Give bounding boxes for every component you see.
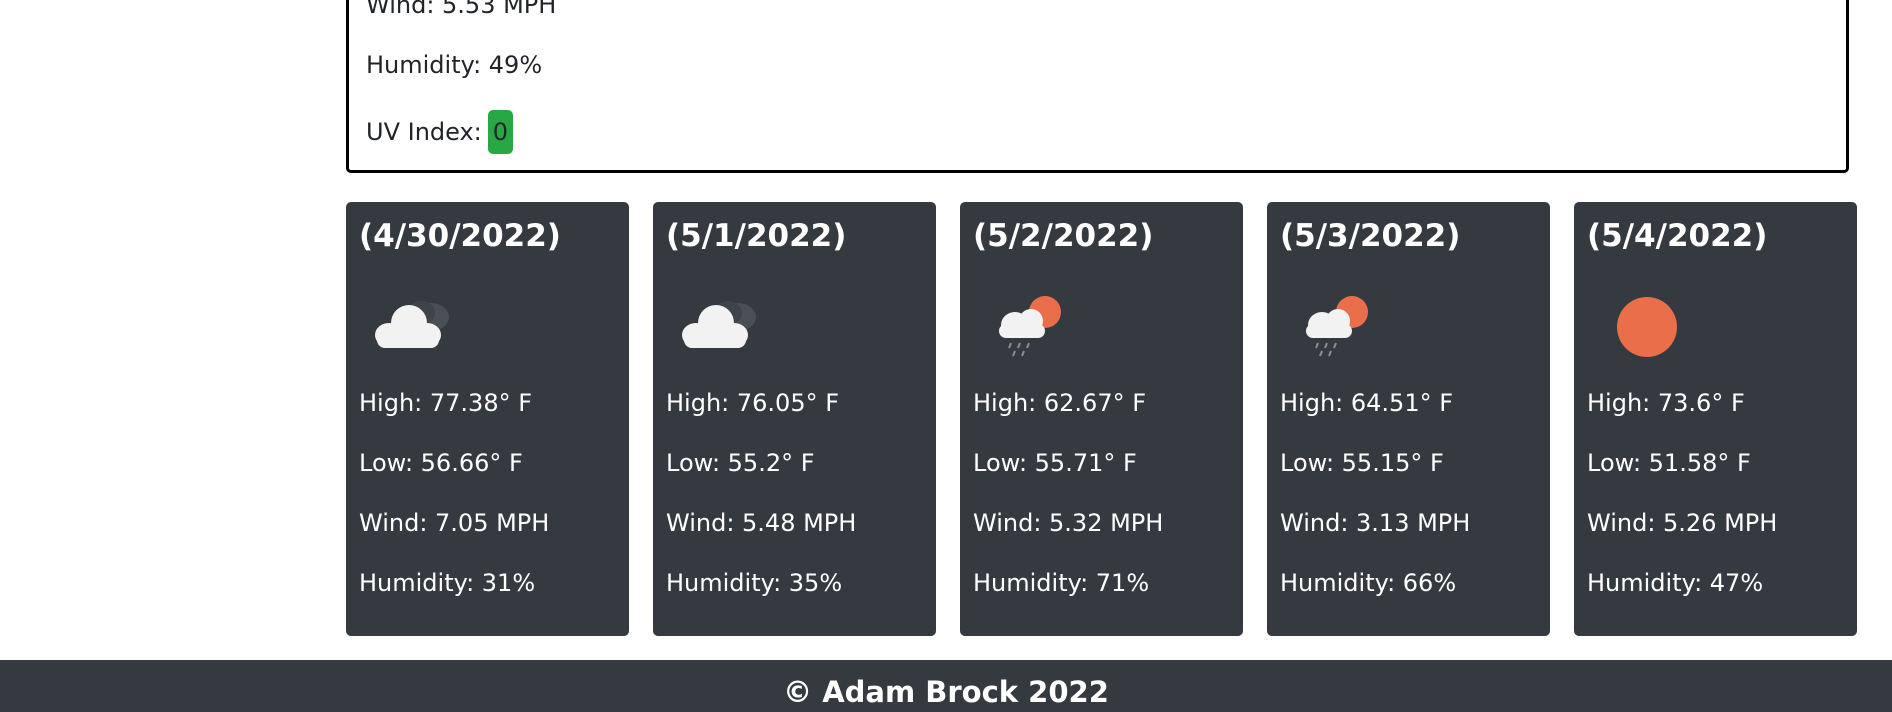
forecast-high: High: 77.38° F	[359, 389, 533, 417]
five-day-forecast: (4/30/2022) High: 77.38° F Low: 56.66° F…	[346, 202, 1857, 636]
forecast-wind: Wind: 3.13 MPH	[1280, 509, 1471, 537]
forecast-high: High: 73.6° F	[1587, 389, 1745, 417]
forecast-humidity: Humidity: 47%	[1587, 569, 1764, 597]
current-uv-index: UV Index: 0	[366, 110, 514, 154]
forecast-low: Low: 51.58° F	[1587, 449, 1751, 477]
current-weather-panel: Wind: 5.53 MPH Humidity: 49% UV Index: 0	[346, 0, 1849, 173]
forecast-humidity: Humidity: 31%	[359, 569, 536, 597]
forecast-wind: Wind: 5.48 MPH	[666, 509, 857, 537]
rain-sun-icon	[973, 277, 1083, 367]
uv-index-badge: 0	[487, 110, 514, 154]
weather-dashboard: Wind: 5.53 MPH Humidity: 49% UV Index: 0…	[0, 0, 1892, 712]
forecast-card: (4/30/2022) High: 77.38° F Low: 56.66° F…	[346, 202, 629, 636]
forecast-card: (5/2/2022) High: 62.67° F Low: 55.71° F …	[960, 202, 1243, 636]
forecast-high: High: 76.05° F	[666, 389, 840, 417]
rain-sun-icon	[1280, 277, 1390, 367]
forecast-low: Low: 56.66° F	[359, 449, 523, 477]
forecast-humidity: Humidity: 35%	[666, 569, 843, 597]
forecast-low: Low: 55.2° F	[666, 449, 815, 477]
uv-index-label: UV Index:	[366, 118, 482, 146]
footer-copyright: © Adam Brock 2022	[783, 675, 1109, 709]
forecast-wind: Wind: 5.32 MPH	[973, 509, 1164, 537]
forecast-date: (5/1/2022)	[666, 218, 847, 254]
forecast-date: (5/4/2022)	[1587, 218, 1768, 254]
forecast-low: Low: 55.15° F	[1280, 449, 1444, 477]
forecast-humidity: Humidity: 71%	[973, 569, 1150, 597]
forecast-date: (5/2/2022)	[973, 218, 1154, 254]
cloudy-icon	[359, 277, 469, 367]
forecast-high: High: 64.51° F	[1280, 389, 1454, 417]
forecast-card: (5/1/2022) High: 76.05° F Low: 55.2° F W…	[653, 202, 936, 636]
current-wind: Wind: 5.53 MPH	[366, 0, 557, 19]
forecast-card: (5/4/2022) High: 73.6° F Low: 51.58° F W…	[1574, 202, 1857, 636]
cloudy-icon	[666, 277, 776, 367]
forecast-card: (5/3/2022) High: 64.51° F Low: 55.15° F …	[1267, 202, 1550, 636]
forecast-high: High: 62.67° F	[973, 389, 1147, 417]
forecast-wind: Wind: 7.05 MPH	[359, 509, 550, 537]
forecast-wind: Wind: 5.26 MPH	[1587, 509, 1778, 537]
forecast-date: (5/3/2022)	[1280, 218, 1461, 254]
sun-icon	[1587, 277, 1697, 367]
forecast-humidity: Humidity: 66%	[1280, 569, 1457, 597]
page-footer: © Adam Brock 2022	[0, 660, 1892, 712]
current-humidity: Humidity: 49%	[366, 51, 543, 79]
forecast-date: (4/30/2022)	[359, 218, 561, 254]
forecast-low: Low: 55.71° F	[973, 449, 1137, 477]
